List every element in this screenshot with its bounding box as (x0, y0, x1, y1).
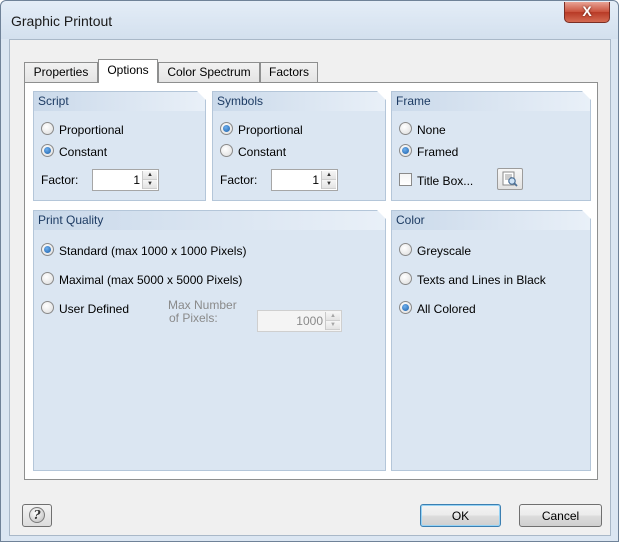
max-pixels-value: 1000 (296, 314, 323, 328)
window-title: Graphic Printout (11, 13, 113, 29)
graphic-printout-dialog: Graphic Printout X Properties Options Co… (0, 0, 619, 542)
title-bar[interactable]: Graphic Printout X (1, 1, 618, 39)
max-pixels-label: Max Number of Pixels: (168, 298, 237, 325)
radio-icon (399, 122, 412, 136)
frame-none-radio[interactable]: None (399, 121, 446, 137)
preview-icon (502, 171, 518, 187)
symbols-factor-value: 1 (312, 173, 319, 187)
symbols-factor-spinner[interactable]: 1 ▲ ▼ (271, 169, 338, 191)
quality-standard-radio[interactable]: Standard (max 1000 x 1000 Pixels) (41, 242, 246, 258)
cancel-button[interactable]: Cancel (519, 504, 602, 527)
script-group: Script Proportional Constant Factor: 1 ▲… (33, 91, 206, 201)
radio-icon (220, 144, 233, 158)
title-box-checkbox[interactable]: Title Box... (399, 172, 473, 188)
title-box-preview-button[interactable] (497, 168, 523, 190)
checkbox-icon (399, 173, 412, 187)
radio-icon (399, 272, 412, 286)
color-black-lines-radio[interactable]: Texts and Lines in Black (399, 271, 546, 287)
spin-down-icon[interactable]: ▼ (326, 321, 340, 330)
script-group-header: Script (34, 91, 206, 111)
radio-checked-icon (399, 144, 412, 158)
radio-icon (41, 122, 54, 136)
radio-icon (41, 272, 54, 286)
tab-color-spectrum[interactable]: Color Spectrum (158, 62, 260, 82)
radio-checked-icon (220, 122, 233, 136)
color-group: Color Greyscale Texts and Lines in Black… (391, 210, 591, 471)
frame-group: Frame None Framed Title Box... (391, 91, 591, 201)
print-quality-group-header: Print Quality (34, 210, 386, 230)
tab-properties[interactable]: Properties (24, 62, 98, 82)
color-group-header: Color (392, 210, 591, 230)
radio-checked-icon (41, 243, 54, 257)
script-factor-label: Factor: (41, 173, 79, 187)
dialog-client-area: Properties Options Color Spectrum Factor… (9, 39, 611, 536)
spin-down-icon[interactable]: ▼ (322, 180, 336, 189)
color-all-colored-radio[interactable]: All Colored (399, 300, 476, 316)
quality-maximal-radio[interactable]: Maximal (max 5000 x 5000 Pixels) (41, 271, 242, 287)
radio-icon (399, 243, 412, 257)
close-icon: X (582, 3, 592, 19)
script-factor-spinner[interactable]: 1 ▲ ▼ (92, 169, 159, 191)
help-icon: ? (29, 507, 45, 523)
help-button[interactable]: ? (22, 504, 52, 527)
script-proportional-radio[interactable]: Proportional (41, 121, 124, 137)
quality-user-defined-radio[interactable]: User Defined (41, 300, 129, 316)
tab-options[interactable]: Options (98, 59, 158, 83)
radio-checked-icon (399, 301, 412, 315)
frame-framed-radio[interactable]: Framed (399, 143, 458, 159)
close-button[interactable]: X (564, 2, 610, 23)
symbols-factor-label: Factor: (220, 173, 258, 187)
symbols-group-header: Symbols (213, 91, 386, 111)
spin-up-icon[interactable]: ▲ (322, 171, 336, 180)
frame-group-header: Frame (392, 91, 591, 111)
symbols-group: Symbols Proportional Constant Factor: 1 … (212, 91, 386, 201)
ok-button[interactable]: OK (420, 504, 501, 527)
script-factor-value: 1 (133, 173, 140, 187)
radio-checked-icon (41, 144, 54, 158)
spin-down-icon[interactable]: ▼ (143, 180, 157, 189)
spin-up-icon[interactable]: ▲ (326, 312, 340, 321)
script-constant-radio[interactable]: Constant (41, 143, 107, 159)
symbols-proportional-radio[interactable]: Proportional (220, 121, 303, 137)
print-quality-group: Print Quality Standard (max 1000 x 1000 … (33, 210, 386, 471)
max-pixels-spinner[interactable]: 1000 ▲ ▼ (257, 310, 342, 332)
color-greyscale-radio[interactable]: Greyscale (399, 242, 471, 258)
options-tab-panel: Script Proportional Constant Factor: 1 ▲… (24, 82, 598, 480)
radio-icon (41, 301, 54, 315)
spin-up-icon[interactable]: ▲ (143, 171, 157, 180)
symbols-constant-radio[interactable]: Constant (220, 143, 286, 159)
tab-factors[interactable]: Factors (260, 62, 318, 82)
